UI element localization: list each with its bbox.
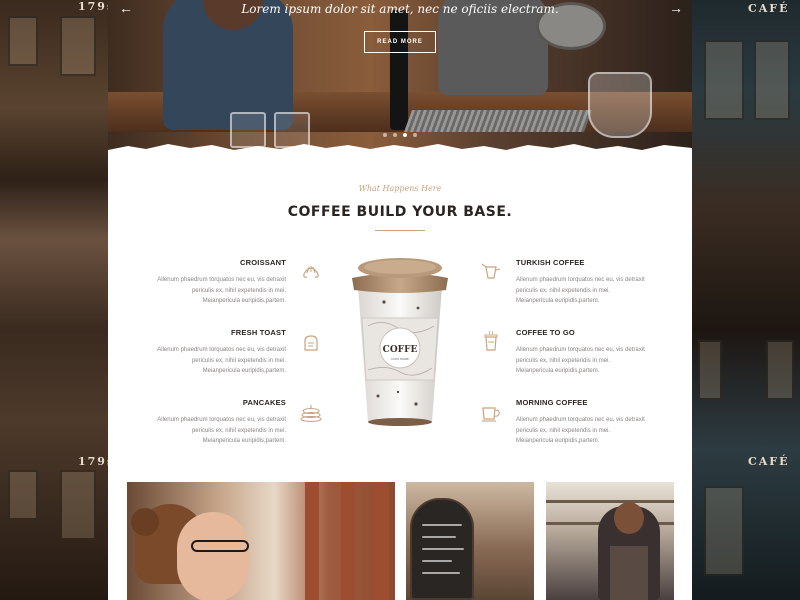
- title-divider: [375, 230, 425, 231]
- hero-slider: Lorem ipsum dolor sit amet, nec ne ofici…: [108, 0, 692, 150]
- feature-turkish-coffee: TURKISH COFFEE Allenum phaedrum torquato…: [516, 258, 646, 307]
- feature-name: PANCAKES: [242, 398, 286, 407]
- feature-description: Allenum phaedrum torquatos nec eu, vis d…: [516, 417, 645, 444]
- feature-name: TURKISH COFFEE: [516, 258, 585, 267]
- slider-dot[interactable]: [413, 133, 417, 137]
- slider-dot[interactable]: [383, 133, 387, 137]
- window: [8, 470, 38, 520]
- section-title: COFFEE BUILD YOUR BASE.: [287, 204, 513, 220]
- takeaway-cup-icon: [484, 330, 498, 351]
- feature-description: Allenum phaedrum torquatos nec eu, vis d…: [516, 347, 645, 374]
- torn-paper-edge: [108, 144, 692, 154]
- right-background-photo: CAFÉ CAFÉ: [692, 0, 800, 600]
- feature-name: FRESH TOAST: [231, 328, 286, 337]
- hero-tagline: Lorem ipsum dolor sit amet, nec ne ofici…: [241, 2, 559, 16]
- window: [60, 470, 96, 540]
- window: [8, 16, 38, 66]
- cup-brand-label: COFFE: [383, 345, 418, 355]
- storefront-sign: 179s: [78, 455, 108, 468]
- storefront-sign: CAFÉ: [748, 455, 790, 468]
- feature-name: MORNING COFFEE: [516, 398, 588, 407]
- read-more-button[interactable]: READ MORE: [364, 31, 436, 53]
- cup-brand-sublabel: CUPS MORE: [391, 357, 409, 361]
- window: [704, 40, 744, 120]
- left-background-photo: 179s 179s: [0, 0, 108, 600]
- slider-dot-active[interactable]: [403, 133, 407, 137]
- pancakes-icon: [300, 405, 322, 423]
- feature-description: Allenum phaedrum torquatos nec eu, vis d…: [157, 347, 286, 374]
- feature-croissant: CROISSANT Allenum phaedrum torquatos nec…: [156, 258, 286, 307]
- section-eyebrow: What Happens Here: [358, 184, 442, 193]
- feature-description: Allenum phaedrum torquatos nec eu, vis d…: [157, 417, 286, 444]
- storefront-sign: 179s: [78, 0, 108, 13]
- hero-person: [163, 0, 293, 130]
- turkish-pot-icon: [481, 263, 501, 279]
- feature-pancakes: PANCAKES Allenum phaedrum torquatos nec …: [156, 398, 286, 447]
- window: [754, 40, 790, 120]
- mug-icon: [482, 407, 500, 422]
- feature-description: Allenum phaedrum torquatos nec eu, vis d…: [516, 277, 645, 304]
- window: [766, 340, 794, 400]
- window: [704, 486, 744, 576]
- feature-name: COFFEE TO GO: [516, 328, 575, 337]
- coffee-cup-illustration: COFFE CUPS MORE: [352, 258, 448, 426]
- feature-morning-coffee: MORNING COFFEE Allenum phaedrum torquato…: [516, 398, 646, 447]
- feature-name: CROISSANT: [240, 258, 286, 267]
- feature-fresh-toast: FRESH TOAST Allenum phaedrum torquatos n…: [156, 328, 286, 377]
- gallery-photo-woman[interactable]: [127, 482, 395, 600]
- feature-coffee-to-go: COFFEE TO GO Allenum phaedrum torquatos …: [516, 328, 646, 377]
- gallery-photo-chalkboard[interactable]: [406, 482, 534, 600]
- storefront-sign: CAFÉ: [748, 2, 790, 15]
- croissant-icon: [303, 266, 319, 278]
- window: [698, 340, 722, 400]
- gallery-photo-barista[interactable]: [546, 482, 674, 600]
- toast-icon: [304, 335, 318, 351]
- prev-slide-arrow-icon[interactable]: ←: [116, 0, 136, 16]
- hero-tap: [390, 10, 408, 130]
- slider-dot[interactable]: [393, 133, 397, 137]
- next-slide-arrow-icon[interactable]: →: [666, 0, 686, 16]
- feature-description: Allenum phaedrum torquatos nec eu, vis d…: [157, 277, 286, 304]
- window: [60, 16, 96, 76]
